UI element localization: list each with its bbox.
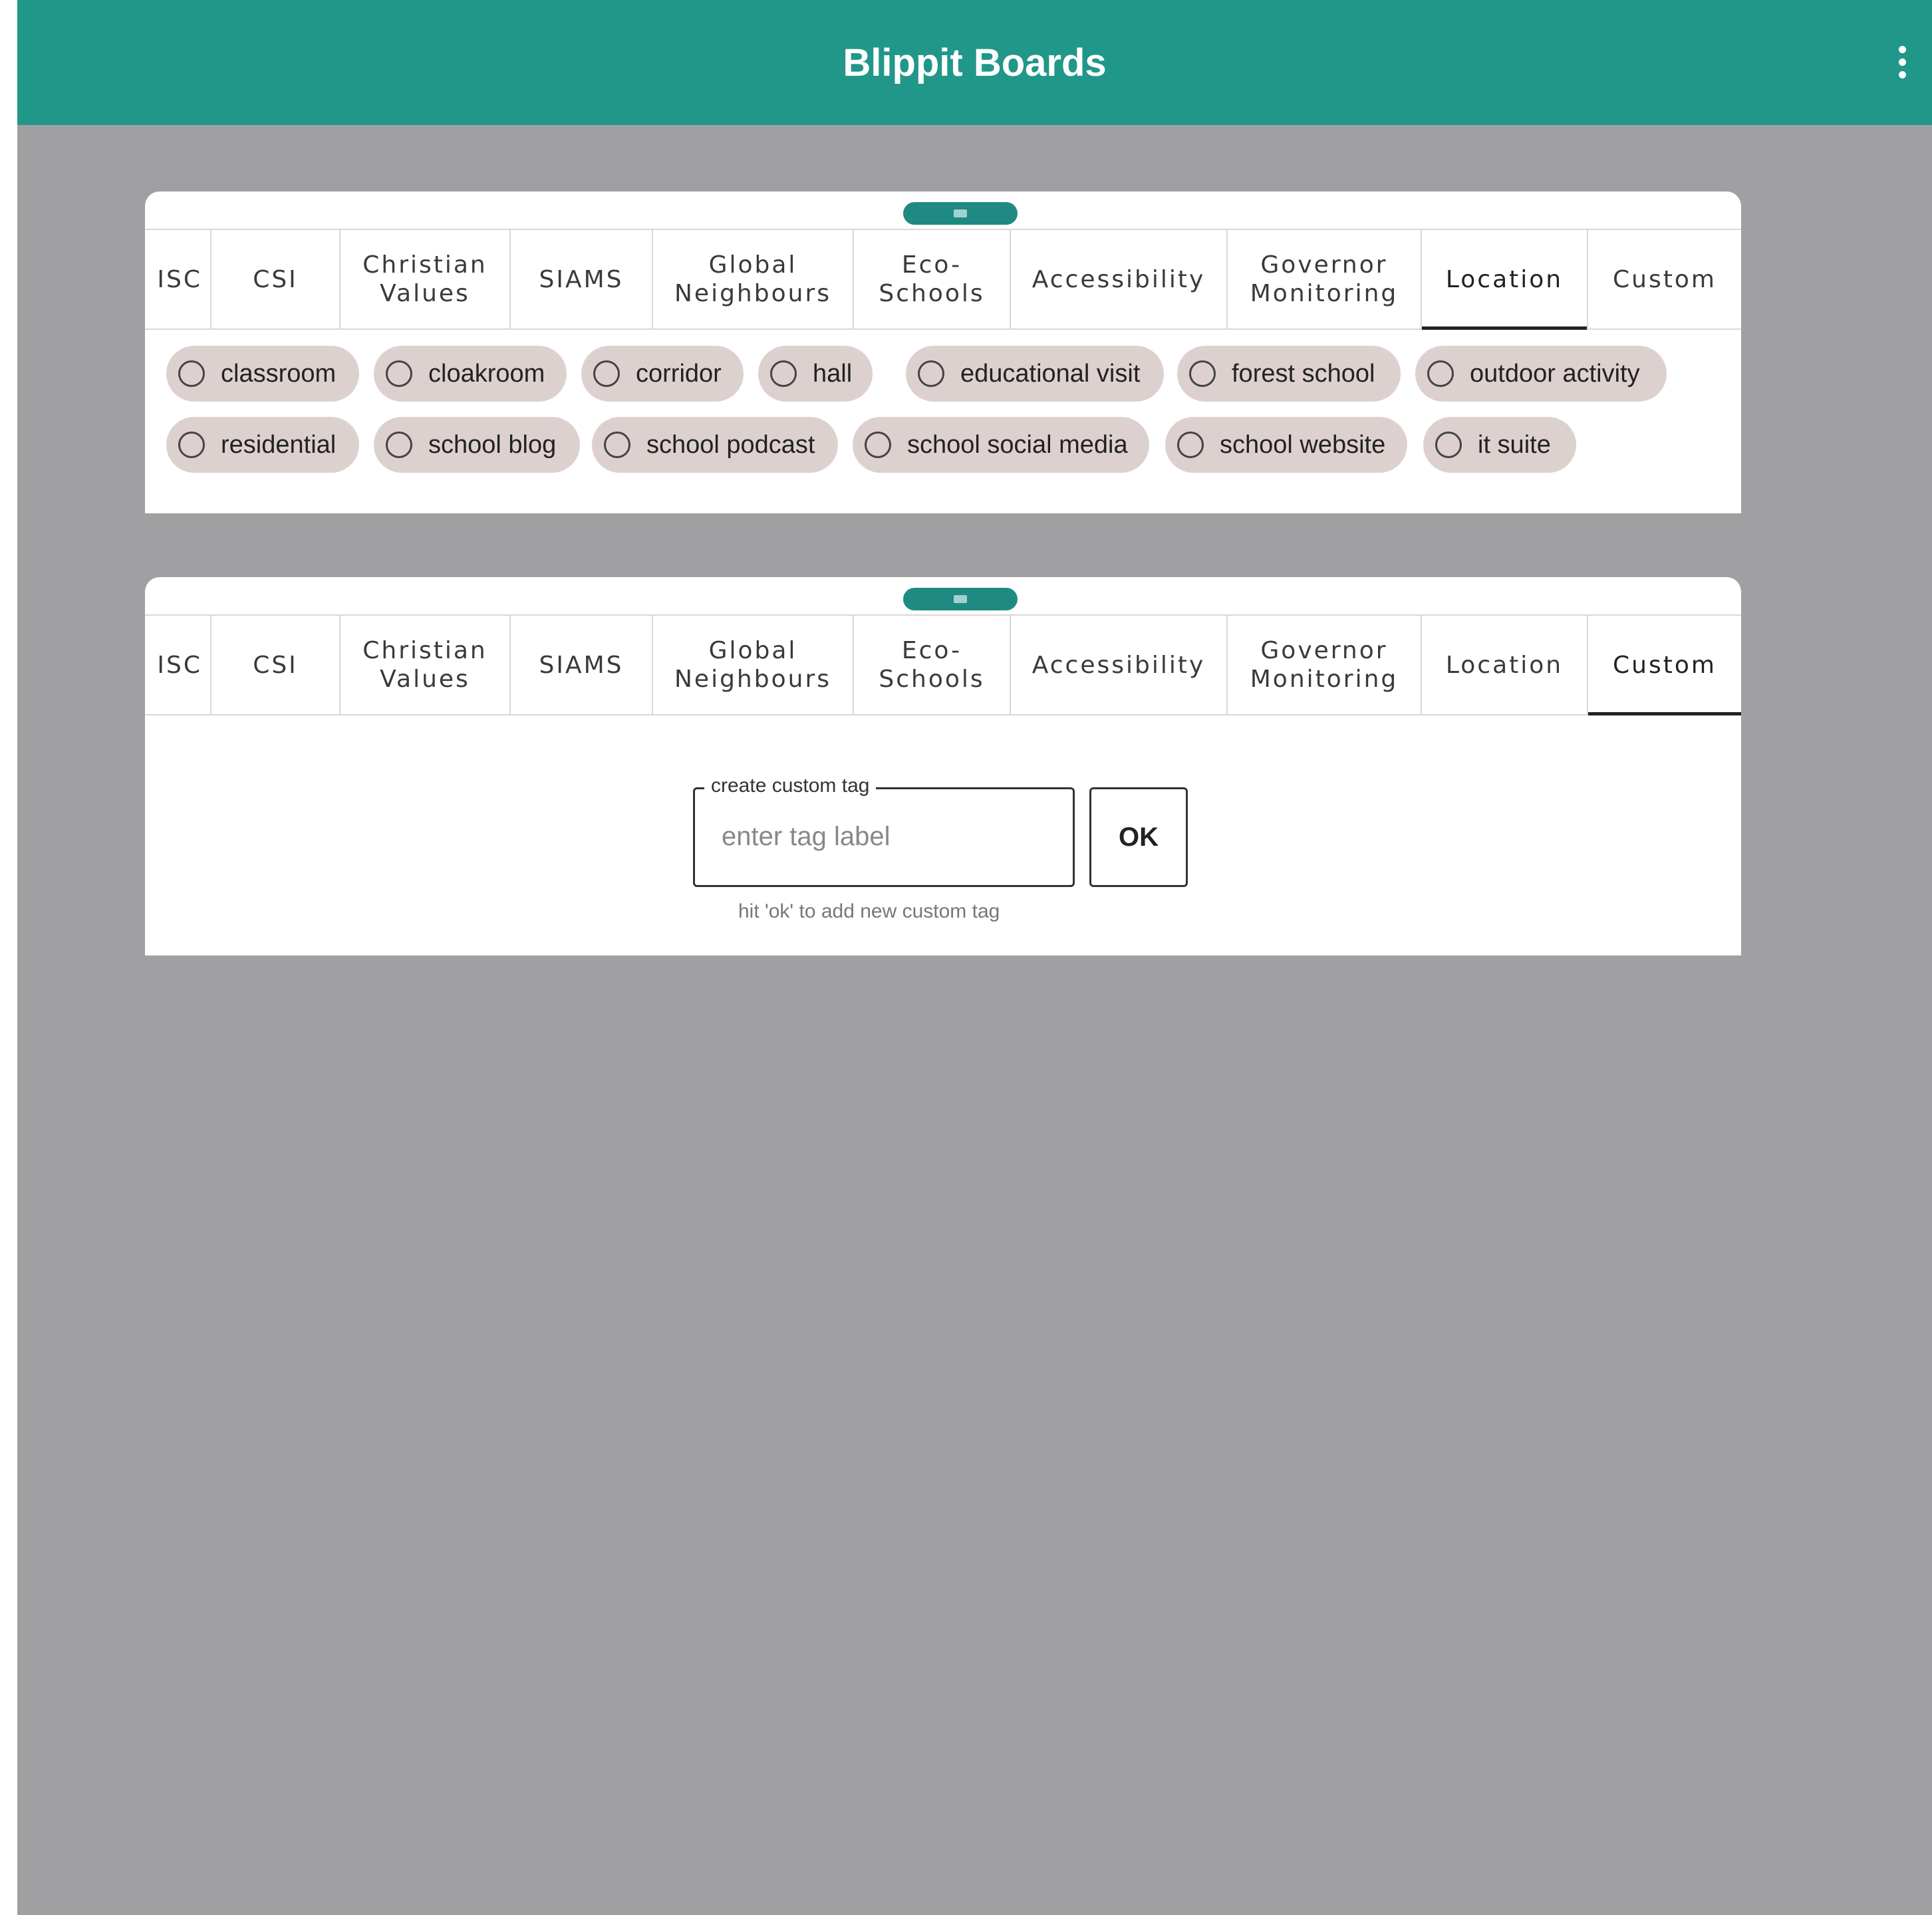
radio-icon (386, 432, 412, 458)
chip-school-website[interactable]: school website (1165, 417, 1407, 473)
tab-csi[interactable]: CSI (211, 230, 341, 328)
app-title: Blippit Boards (843, 41, 1107, 84)
tab-eco-schools[interactable]: Eco- Schools (854, 230, 1011, 328)
radio-icon (1435, 432, 1462, 458)
custom-tag-helper-text: hit 'ok' to add new custom tag (738, 900, 1000, 922)
chip-school-blog[interactable]: school blog (374, 417, 580, 473)
chip-forest-school[interactable]: forest school (1177, 346, 1401, 402)
tab-global-neighbours[interactable]: Global Neighbours (653, 230, 854, 328)
custom-tag-legend: create custom tag (704, 775, 877, 797)
ok-button[interactable]: OK (1089, 787, 1188, 887)
tab-christian-values[interactable]: Christian Values (341, 616, 511, 714)
chip-corridor[interactable]: corridor (581, 346, 744, 402)
tab-location[interactable]: Location (1422, 230, 1588, 330)
chip-cloakroom[interactable]: cloakroom (374, 346, 567, 402)
tab-custom[interactable]: Custom (1588, 616, 1741, 715)
radio-icon (1189, 360, 1216, 387)
radio-icon (865, 432, 891, 458)
tab-custom[interactable]: Custom (1588, 230, 1741, 328)
tab-bar: ISC CSI Christian Values SIAMS Global Ne… (145, 614, 1741, 715)
tab-christian-values[interactable]: Christian Values (341, 230, 511, 328)
custom-tag-field: create custom tag (693, 775, 1075, 887)
tab-accessibility[interactable]: Accessibility (1011, 230, 1228, 328)
radio-icon (593, 360, 620, 387)
tab-isc[interactable]: ISC (145, 616, 211, 714)
chip-it-suite[interactable]: it suite (1423, 417, 1576, 473)
tab-global-neighbours[interactable]: Global Neighbours (653, 616, 854, 714)
tab-siams[interactable]: SIAMS (511, 616, 653, 714)
radio-icon (1177, 432, 1204, 458)
chip-educational-visit[interactable]: educational visit (906, 346, 1164, 402)
radio-icon (770, 360, 797, 387)
radio-icon (918, 360, 944, 387)
drag-handle[interactable] (903, 202, 1018, 225)
chip-outdoor-activity[interactable]: outdoor activity (1415, 346, 1667, 402)
tab-bar: ISC CSI Christian Values SIAMS Global Ne… (145, 229, 1741, 330)
drag-handle[interactable] (903, 588, 1018, 610)
tab-isc[interactable]: ISC (145, 230, 211, 328)
chip-hall[interactable]: hall (758, 346, 873, 402)
radio-icon (178, 432, 205, 458)
tab-governor-monitoring[interactable]: Governor Monitoring (1228, 230, 1422, 328)
radio-icon (386, 360, 412, 387)
chip-classroom[interactable]: classroom (166, 346, 359, 402)
tab-location[interactable]: Location (1422, 616, 1588, 714)
tab-governor-monitoring[interactable]: Governor Monitoring (1228, 616, 1422, 714)
radio-icon (178, 360, 205, 387)
chip-school-social-media[interactable]: school social media (853, 417, 1149, 473)
tab-siams[interactable]: SIAMS (511, 230, 653, 328)
more-vertical-icon[interactable] (1885, 39, 1919, 85)
custom-tag-input[interactable] (720, 816, 1049, 857)
app-bar: Blippit Boards (17, 0, 1932, 125)
tab-eco-schools[interactable]: Eco- Schools (854, 616, 1011, 714)
tag-panel-custom: ISC CSI Christian Values SIAMS Global Ne… (145, 577, 1741, 956)
tag-panel-location: ISC CSI Christian Values SIAMS Global Ne… (145, 192, 1741, 513)
radio-icon (604, 432, 630, 458)
chip-school-podcast[interactable]: school podcast (592, 417, 838, 473)
radio-icon (1427, 360, 1454, 387)
tab-csi[interactable]: CSI (211, 616, 341, 714)
app-screen: Blippit Boards ISC CSI Christian Values … (17, 0, 1932, 1915)
chip-residential[interactable]: residential (166, 417, 359, 473)
tab-accessibility[interactable]: Accessibility (1011, 616, 1228, 714)
